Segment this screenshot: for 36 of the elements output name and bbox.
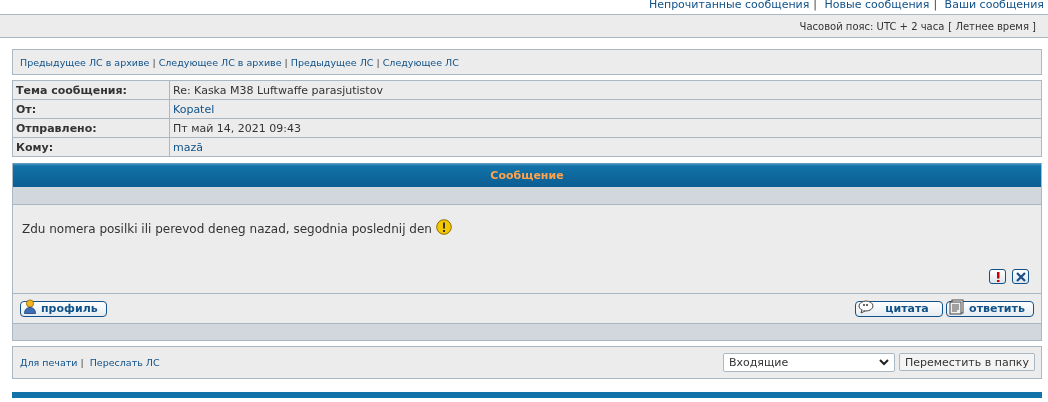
delete-button[interactable]: [1012, 269, 1029, 284]
timezone-text: Часовой пояс: UTC + 2 часа: [799, 20, 945, 32]
top-link[interactable]: Ваши сообщения: [944, 0, 1044, 11]
close-icon: [1015, 271, 1026, 282]
exclamation-icon: [435, 219, 452, 235]
document-icon: [949, 298, 965, 315]
top-link[interactable]: Непрочитанные сообщения: [648, 0, 810, 11]
speech-bubble-icon: [858, 299, 876, 314]
nav-link[interactable]: Предыдущее ЛС в архиве: [20, 56, 150, 68]
message-title: Сообщение: [490, 168, 564, 182]
user-icon: [23, 299, 37, 314]
separator: |: [80, 357, 84, 368]
separator: |: [933, 0, 938, 11]
action-link[interactable]: Для печати: [20, 357, 78, 368]
separator: |: [376, 56, 380, 68]
nav-link[interactable]: Следующее ЛС: [382, 56, 459, 68]
quote-button[interactable]: цитата: [855, 300, 943, 317]
user-link[interactable]: mazā: [173, 140, 203, 154]
reply-button[interactable]: ответить: [946, 300, 1034, 317]
move-button[interactable]: Переместить в папку: [898, 353, 1035, 371]
report-button[interactable]: [989, 269, 1006, 284]
chevron-down-icon: [878, 359, 889, 366]
field-label: Тема сообщения:: [12, 80, 170, 100]
action-link[interactable]: Переслать ЛС: [89, 357, 160, 368]
folder-dropdown[interactable]: Входящие: [722, 353, 895, 372]
nav-link[interactable]: Предыдущее ЛС: [290, 56, 374, 68]
message-text: Zdu nomera posilki ili perevod deneg nazad, segodnia poslednij den: [22, 222, 432, 236]
nav-link[interactable]: Следующее ЛС в архиве: [158, 56, 282, 68]
dst-text: [ Летнее время ]: [948, 20, 1036, 32]
field-value: Re: Kaska M38 Luftwaffe parasjutistov: [169, 80, 1042, 100]
separator: |: [813, 0, 818, 11]
profile-button[interactable]: профиль: [20, 300, 107, 317]
top-link[interactable]: Новые сообщения: [824, 0, 930, 11]
user-link[interactable]: Kopatel: [173, 102, 215, 116]
separator: |: [152, 56, 156, 68]
separator: |: [284, 56, 288, 68]
